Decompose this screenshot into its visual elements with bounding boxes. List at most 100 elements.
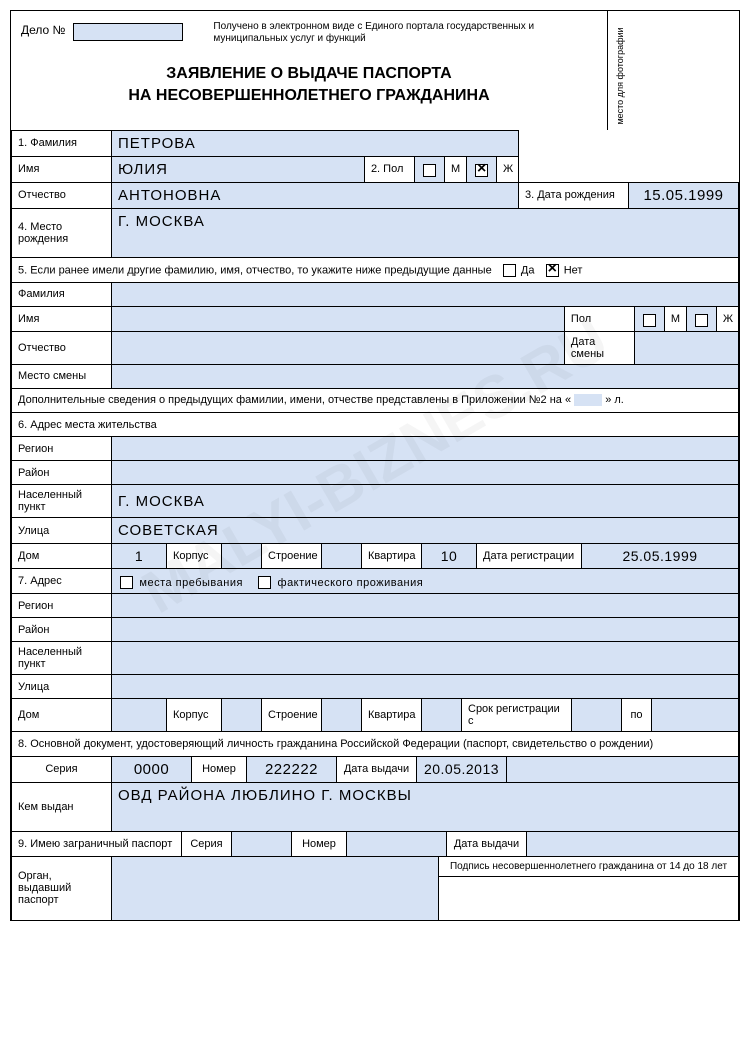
flat-7-input[interactable] [422, 699, 462, 732]
lbl-district-6: Район [12, 461, 112, 485]
lbl-prev-f: Ж [716, 306, 738, 331]
appendix-pages-input[interactable] [574, 394, 602, 406]
lbl-gender: 2. Пол [364, 156, 414, 182]
lbl-city-7: Населенный пункт [12, 642, 112, 675]
lbl-flat-6: Квартира [362, 544, 422, 569]
issue-date-9-input[interactable] [527, 832, 739, 856]
city-6-input[interactable]: Г. МОСКВА [112, 485, 739, 518]
lbl-stroenie-7: Строение [262, 699, 322, 732]
pob-input[interactable]: Г. МОСКВА [112, 208, 739, 234]
district-6-input[interactable] [112, 461, 739, 485]
issue-date-8-input[interactable]: 20.05.2013 [417, 756, 507, 782]
s9-heading: 9. Имею заграничный паспорт [12, 832, 182, 856]
number-9-input[interactable] [347, 832, 447, 856]
appendix-note: Дополнительные сведения о предыдущих фам… [12, 388, 739, 412]
lbl-prev-name: Имя [12, 306, 112, 331]
prev-name-input[interactable] [112, 306, 565, 331]
photo-placeholder: место для фотографии [607, 11, 629, 130]
street-7-input[interactable] [112, 675, 739, 699]
lbl-house-6: Дом [12, 544, 112, 569]
lbl-issue-date-9: Дата выдачи [447, 832, 527, 856]
actual-box[interactable] [258, 576, 271, 589]
lbl-prev-gender: Пол [564, 306, 634, 331]
house-7-input[interactable] [112, 699, 167, 732]
change-date-input[interactable] [634, 331, 738, 364]
form-title: ЗАЯВЛЕНИЕ О ВЫДАЧЕ ПАСПОРТА НА НЕСОВЕРШЕ… [11, 45, 607, 130]
series-9-input[interactable] [232, 832, 292, 856]
korpus-7-input[interactable] [222, 699, 262, 732]
gender-m-box[interactable] [414, 156, 444, 182]
lbl-prev-m: М [664, 306, 686, 331]
name-input[interactable]: ЮЛИЯ [112, 156, 365, 182]
lbl-surname: 1. Фамилия [12, 130, 112, 156]
flat-6-input[interactable]: 10 [422, 544, 477, 569]
issued-by-8-input-2[interactable] [112, 808, 739, 832]
lbl-region-7: Регион [12, 594, 112, 618]
lbl-prev-patronymic: Отчество [12, 331, 112, 364]
lbl-patronymic: Отчество [12, 182, 112, 208]
lbl-issued-by-8: Кем выдан [12, 782, 112, 832]
prev-no-box[interactable] [546, 264, 559, 277]
region-7-input[interactable] [112, 594, 739, 618]
lbl-addr-7: 7. Адрес [12, 569, 112, 594]
s5-heading: 5. Если ранее имели другие фамилию, имя,… [12, 258, 739, 282]
signature-note: Подпись несовершеннолетнего гражданина о… [439, 857, 739, 877]
lbl-to-7: по [622, 699, 652, 732]
lbl-issued-by-9: Орган, выдавший паспорт [12, 857, 112, 921]
patronymic-input[interactable]: АНТОНОВНА [112, 182, 519, 208]
regto-7-input[interactable] [652, 699, 739, 732]
house-6-input[interactable]: 1 [112, 544, 167, 569]
lbl-series-8: Серия [12, 756, 112, 782]
lbl-stroenie-6: Строение [262, 544, 322, 569]
lbl-regperiod-7: Срок регистрации с [462, 699, 572, 732]
korpus-6-input[interactable] [222, 544, 262, 569]
series-8-input[interactable]: 0000 [112, 756, 192, 782]
lbl-dob: 3. Дата рождения [519, 182, 629, 208]
lbl-number-8: Номер [192, 756, 247, 782]
signature-box[interactable] [439, 876, 739, 920]
delo-input[interactable] [73, 23, 183, 41]
lbl-pob: 4. Место рождения [12, 208, 112, 258]
header-note: Получено в электронном виде с Единого по… [193, 11, 607, 45]
dob-input[interactable]: 15.05.1999 [629, 182, 739, 208]
lbl-f: Ж [496, 156, 518, 182]
regfrom-7-input[interactable] [572, 699, 622, 732]
gender-f-box[interactable] [466, 156, 496, 182]
issued-by-8-input[interactable]: ОВД РАЙОНА ЛЮБЛИНО Г. МОСКВЫ [112, 782, 739, 808]
city-7-input[interactable] [112, 642, 739, 675]
lbl-street-6: Улица [12, 518, 112, 544]
lbl-district-7: Район [12, 618, 112, 642]
lbl-number-9: Номер [292, 832, 347, 856]
lbl-house-7: Дом [12, 699, 112, 732]
stay-box[interactable] [120, 576, 133, 589]
change-place-input[interactable] [112, 364, 739, 388]
lbl-series-9: Серия [182, 832, 232, 856]
street-6-input[interactable]: СОВЕТСКАЯ [112, 518, 739, 544]
prev-gender-m-box[interactable] [634, 306, 664, 331]
district-7-input[interactable] [112, 618, 739, 642]
number-8-input[interactable]: 222222 [247, 756, 337, 782]
pob-input-2[interactable] [112, 234, 739, 258]
prev-gender-f-box[interactable] [686, 306, 716, 331]
stroenie-7-input[interactable] [322, 699, 362, 732]
region-6-input[interactable] [112, 437, 739, 461]
prev-patronymic-input[interactable] [112, 331, 565, 364]
addr-7-type: места пребывания фактического проживания [112, 569, 739, 594]
lbl-street-7: Улица [12, 675, 112, 699]
prev-surname-input[interactable] [112, 282, 739, 306]
issued-by-9-input[interactable] [112, 857, 439, 921]
regdate-6-input[interactable]: 25.05.1999 [582, 544, 739, 569]
lbl-korpus-6: Корпус [167, 544, 222, 569]
prev-yes-box[interactable] [503, 264, 516, 277]
blank-8 [507, 756, 739, 782]
s8-heading: 8. Основной документ, удостоверяющий лич… [12, 732, 739, 756]
lbl-change-place: Место смены [12, 364, 112, 388]
surname-input[interactable]: ПЕТРОВА [112, 130, 519, 156]
lbl-region-6: Регион [12, 437, 112, 461]
lbl-regdate-6: Дата регистрации [477, 544, 582, 569]
lbl-prev-surname: Фамилия [12, 282, 112, 306]
lbl-name: Имя [12, 156, 112, 182]
delo-label: Дело № [21, 23, 65, 37]
lbl-flat-7: Квартира [362, 699, 422, 732]
stroenie-6-input[interactable] [322, 544, 362, 569]
